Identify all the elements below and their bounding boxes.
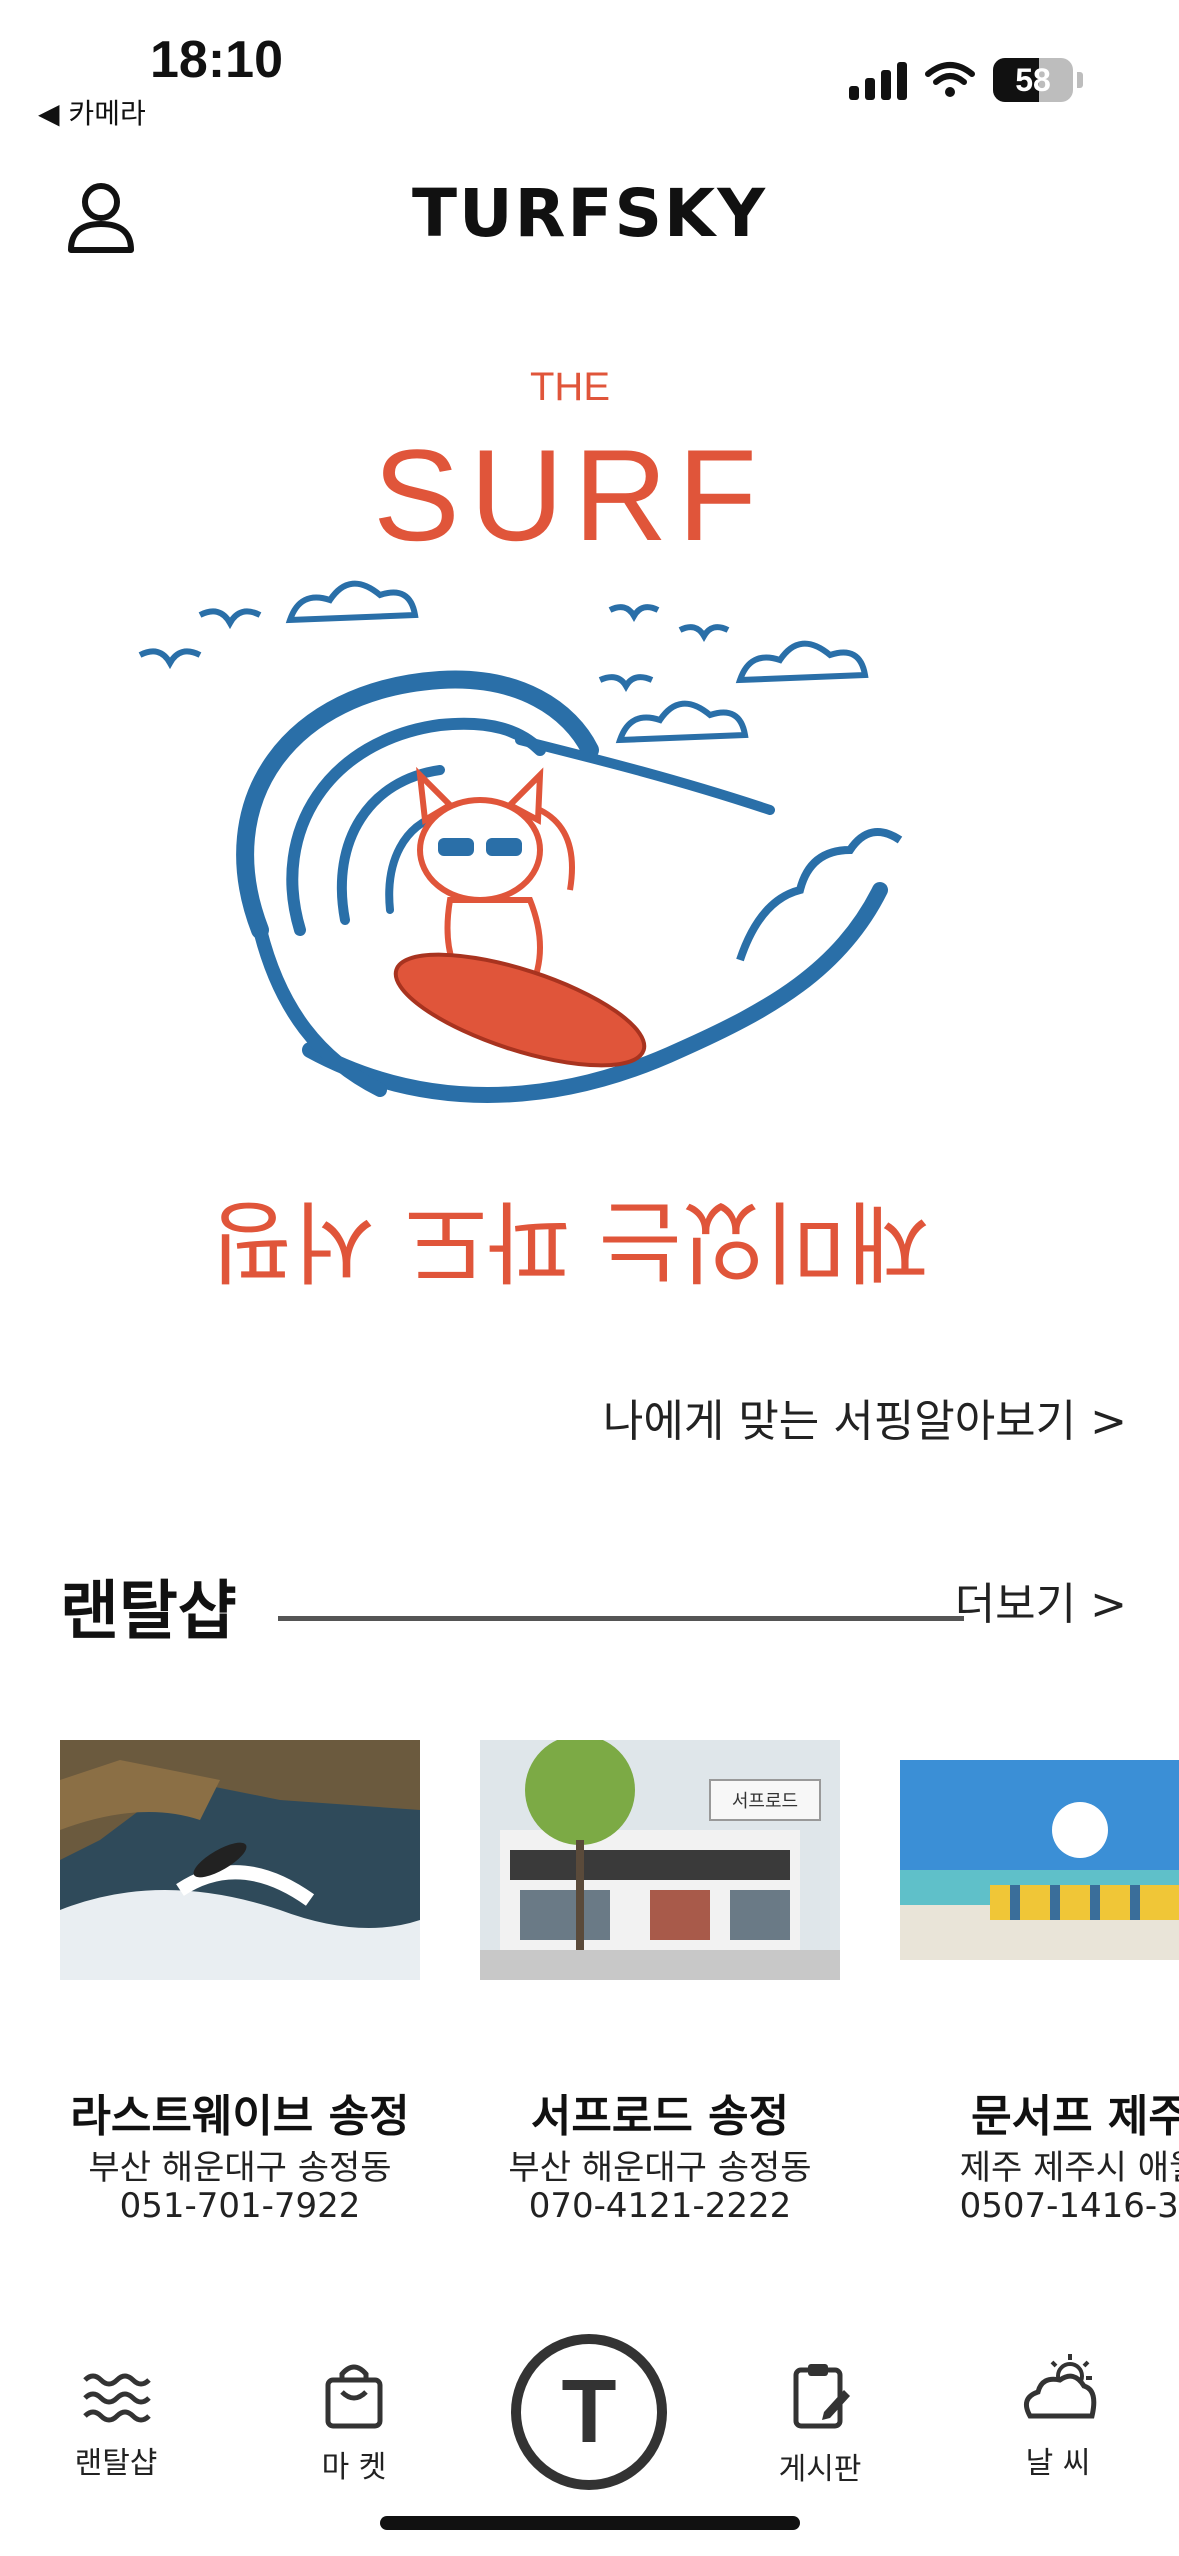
- rental-section-title: 랜탈샵: [60, 1575, 237, 1649]
- shop-name: 문서프 제주: [971, 2091, 1179, 2142]
- shop-address: 부산 해운대구 송정동: [88, 2148, 392, 2188]
- shop-address: 제주 제주시 애월: [959, 2148, 1179, 2188]
- tab-market[interactable]: 마 켓: [264, 2360, 444, 2486]
- shop-photo: [60, 1740, 420, 1980]
- wifi-icon: [925, 62, 975, 97]
- hero-surf-text: SURF: [373, 422, 767, 568]
- app-logo: TURFSKY: [412, 175, 767, 252]
- status-time: 18:10: [150, 31, 283, 89]
- tab-rental-shop[interactable]: 랜탈샵: [26, 2370, 206, 2482]
- shop-phone[interactable]: 070-4121-2222: [420, 2186, 900, 2226]
- tab-board[interactable]: 게시판: [730, 2360, 910, 2488]
- surf-cat-illustration: 재미있는 파도 서핑: [138, 580, 930, 1293]
- shopping-bag-icon: [325, 2364, 383, 2429]
- section-divider: [278, 1616, 964, 1621]
- shop-phone[interactable]: 0507-1416-33: [840, 2186, 1179, 2226]
- shop-name: 라스트웨이브 송정: [70, 2091, 410, 2142]
- find-my-surfing-link[interactable]: 나에게 맞는 서핑알아보기 >: [603, 1385, 1127, 1449]
- home-t-icon: T: [561, 2361, 617, 2462]
- tab-label: 랜탈샵: [74, 2446, 158, 2481]
- shop-address: 부산 해운대구 송정동: [508, 2148, 812, 2188]
- back-to-camera-link[interactable]: ◀ 카메라: [38, 92, 146, 132]
- battery-tip: [1077, 72, 1083, 88]
- battery-icon: 58: [993, 58, 1073, 102]
- waves-icon: [83, 2373, 151, 2423]
- shop-name: 서프로드 송정: [530, 2091, 790, 2142]
- rental-more-link[interactable]: 더보기 >: [955, 1568, 1127, 1632]
- tab-label: 마 켓: [321, 2450, 387, 2485]
- tab-label: 게시판: [778, 2452, 862, 2487]
- battery-level: 58: [1015, 62, 1051, 98]
- weather-icon: [1023, 2354, 1097, 2419]
- hero-the-text: THE: [530, 365, 610, 409]
- shop-photo: [900, 1760, 1179, 1960]
- home-t-button[interactable]: T: [511, 2334, 667, 2490]
- rental-shop-carousel[interactable]: 라스트웨이브 송정 부산 해운대구 송정동 051-701-7922 서프로드 …: [0, 1740, 1179, 2240]
- hero-bottom-text: 재미있는 파도 서핑: [210, 1188, 930, 1293]
- clipboard-icon: [793, 2364, 850, 2429]
- store-sign-text: 서프로드: [732, 1791, 798, 1812]
- shop-photo: 서프로드: [480, 1740, 840, 1980]
- cellular-signal-icon: [849, 60, 907, 100]
- status-icons: 58: [849, 58, 1083, 102]
- tab-label: 날 씨: [1025, 2446, 1091, 2481]
- hero-banner[interactable]: THE SURF 재미있는 파도 서핑: [120, 350, 1020, 1330]
- shop-phone[interactable]: 051-701-7922: [0, 2186, 480, 2226]
- tab-weather[interactable]: 날 씨: [968, 2350, 1148, 2482]
- home-indicator[interactable]: [380, 2516, 800, 2530]
